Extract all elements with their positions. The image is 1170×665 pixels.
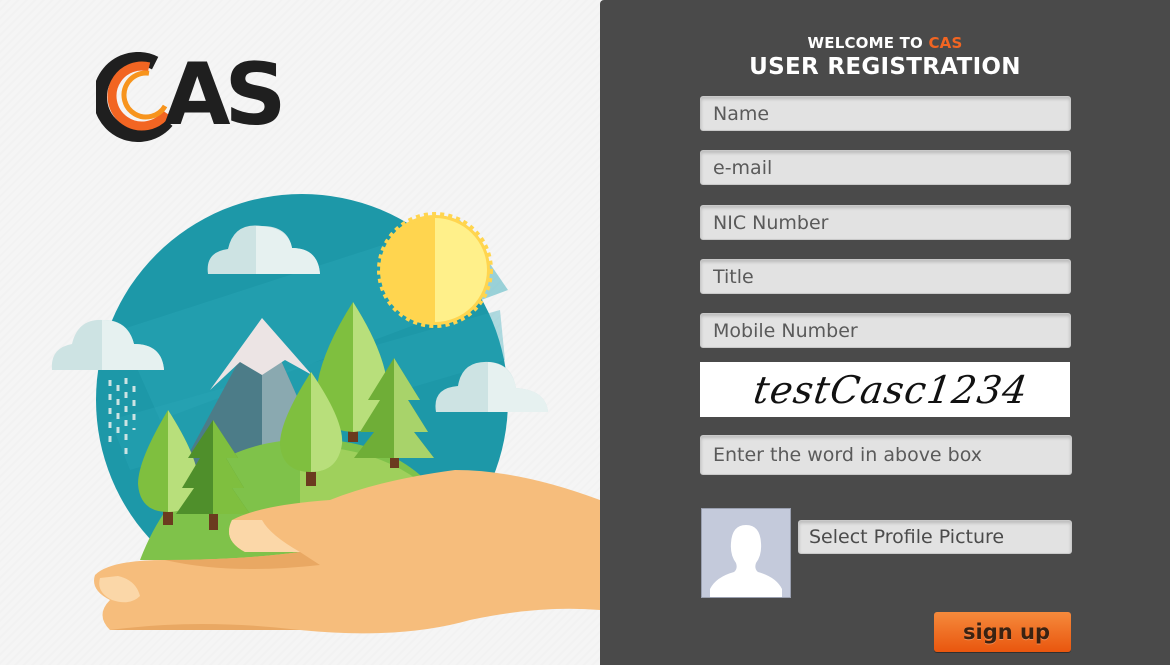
nature-in-hand-illustration [51,194,600,634]
captcha-text: testCasc1234 [751,367,1031,412]
mobile-number-input[interactable] [700,313,1071,348]
sign-up-button[interactable]: sign up [934,612,1071,652]
sun-icon [377,212,493,328]
captcha-input[interactable] [700,435,1072,475]
email-input[interactable] [700,150,1071,185]
logo-text: AS [164,45,286,145]
welcome-heading: WELCOME TO CAS [600,34,1170,52]
avatar [701,508,791,598]
page-title: USER REGISTRATION [749,54,1021,80]
name-input[interactable] [700,96,1071,131]
default-user-silhouette-icon [702,509,790,597]
illustration-pane: AS [0,0,600,665]
select-profile-picture-button[interactable]: Select Profile Picture [798,520,1072,554]
cas-logo: AS [96,45,296,145]
welcome-brand: CAS [928,34,963,52]
welcome-prefix: WELCOME TO [807,34,929,52]
nic-number-input[interactable] [700,205,1071,240]
registration-panel: WELCOME TO CAS USER REGISTRATION testCas… [600,0,1170,665]
captcha-image: testCasc1234 [700,362,1070,417]
title-input[interactable] [700,259,1071,294]
